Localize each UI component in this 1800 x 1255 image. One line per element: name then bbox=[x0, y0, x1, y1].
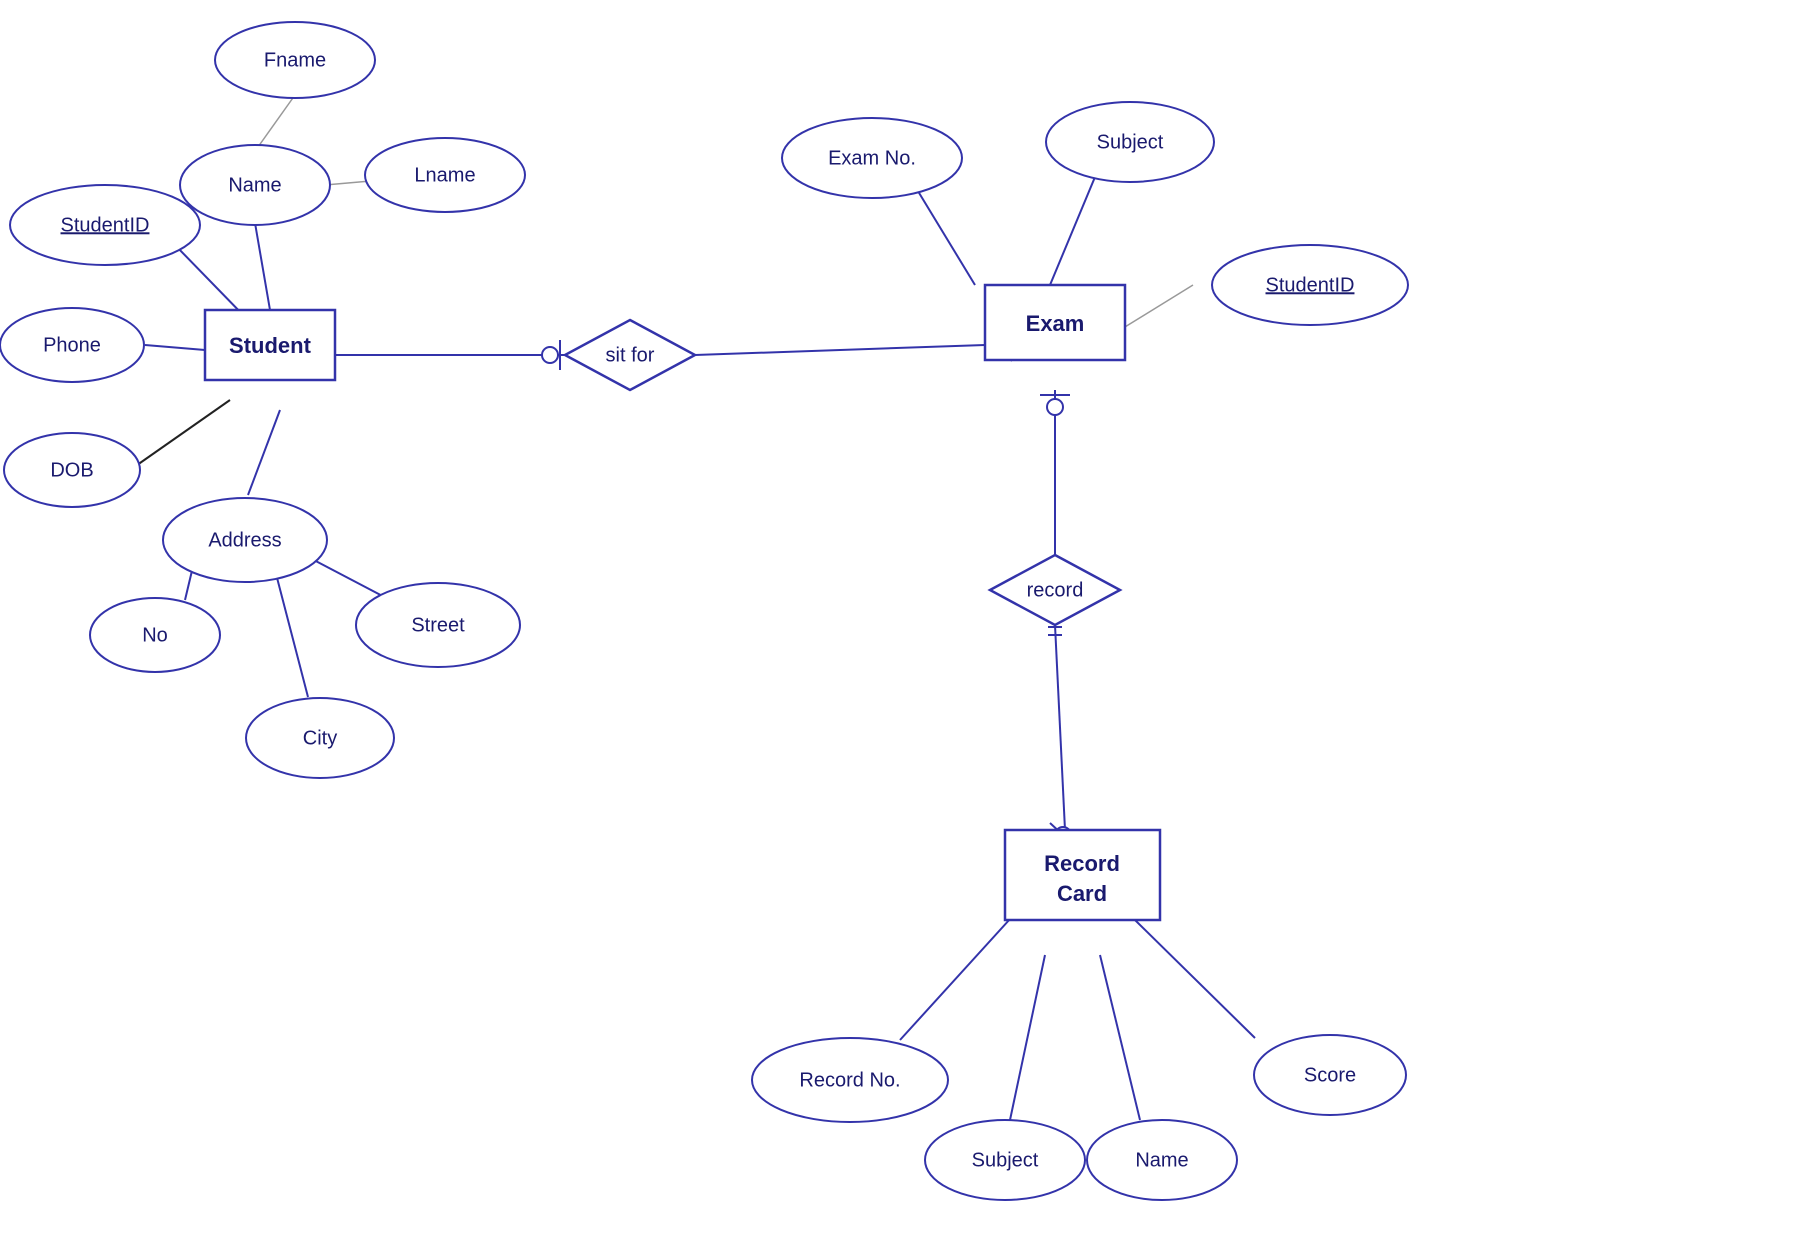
exam-record-zero-circle bbox=[1047, 399, 1063, 415]
examno-text: Exam No. bbox=[828, 147, 916, 169]
rc-name-line bbox=[1100, 955, 1140, 1120]
er-diagram: sit for record Student Exam Record Card … bbox=[0, 0, 1800, 1250]
dob-text: DOB bbox=[50, 459, 93, 481]
record-card-label-line1: Record bbox=[1044, 851, 1120, 876]
record-recordcard-line bbox=[1055, 625, 1065, 830]
street-text: Street bbox=[411, 614, 465, 636]
rc-score-line bbox=[1135, 920, 1255, 1038]
name-text: Name bbox=[228, 174, 281, 196]
phone-text: Phone bbox=[43, 334, 101, 356]
address-street-line bbox=[310, 558, 390, 600]
subject-exam-line bbox=[1050, 165, 1100, 285]
studentid-text: StudentID bbox=[61, 214, 150, 236]
sitfor-exam-line bbox=[695, 345, 985, 355]
subject-exam-text: Subject bbox=[1097, 131, 1164, 153]
student-label: Student bbox=[229, 333, 312, 358]
studentid-exam-text: StudentID bbox=[1266, 274, 1355, 296]
subject-rc-text: Subject bbox=[972, 1149, 1039, 1171]
fname-text: Fname bbox=[264, 49, 326, 71]
recordno-text: Record No. bbox=[799, 1069, 900, 1091]
record-label: record bbox=[1027, 579, 1084, 601]
no-text: No bbox=[142, 624, 168, 646]
phone-student-line bbox=[145, 345, 205, 350]
rc-subject-line bbox=[1010, 955, 1045, 1120]
name-rc-text: Name bbox=[1135, 1149, 1188, 1171]
sit-for-label: sit for bbox=[606, 344, 655, 366]
student-address-line bbox=[248, 410, 280, 495]
name-student-line bbox=[255, 223, 270, 310]
fname-name-line bbox=[258, 95, 295, 147]
zero-circle bbox=[542, 347, 558, 363]
record-card-label-line2: Card bbox=[1057, 881, 1107, 906]
exam-label: Exam bbox=[1026, 311, 1085, 336]
rc-recordno-line bbox=[900, 908, 1020, 1040]
score-text: Score bbox=[1304, 1064, 1356, 1086]
address-text: Address bbox=[208, 529, 281, 551]
lname-text: Lname bbox=[414, 164, 475, 186]
studentid-exam-line bbox=[1120, 285, 1193, 330]
examno-exam-line bbox=[910, 178, 975, 285]
city-text: City bbox=[303, 727, 337, 749]
address-city-line bbox=[275, 570, 308, 697]
dob-student-line bbox=[130, 400, 230, 470]
